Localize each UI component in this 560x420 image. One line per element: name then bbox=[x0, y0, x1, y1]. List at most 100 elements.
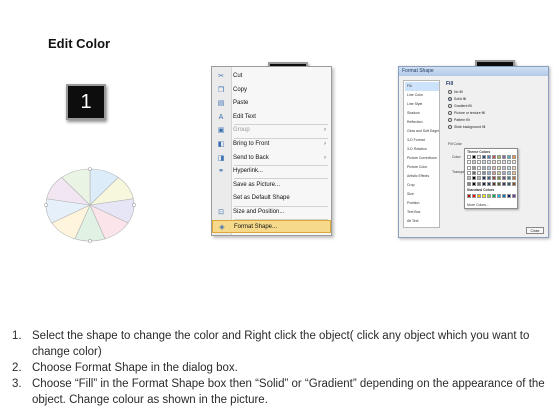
dialog-nav-item[interactable]: Glow and Soft Edges bbox=[405, 127, 439, 136]
theme-color-swatch[interactable] bbox=[502, 160, 506, 165]
menu-item-set-as-default-shape[interactable]: Set as Default Shape bbox=[212, 192, 331, 205]
dialog-nav-item[interactable]: Fill bbox=[405, 82, 439, 91]
radio-button[interactable] bbox=[448, 118, 452, 123]
more-colors-link[interactable]: More Colors... bbox=[467, 203, 489, 207]
theme-color-swatch[interactable] bbox=[502, 165, 506, 170]
menu-item-group[interactable]: ▣ Group › bbox=[212, 124, 331, 137]
theme-color-swatch[interactable] bbox=[472, 170, 476, 175]
standard-color-swatch[interactable] bbox=[512, 194, 516, 198]
theme-color-swatch[interactable] bbox=[487, 176, 491, 181]
menu-item-save-as-picture[interactable]: Save as Picture... bbox=[212, 179, 331, 192]
dialog-nav-item[interactable]: 3-D Rotation bbox=[405, 145, 439, 154]
dialog-nav-item[interactable]: Position bbox=[405, 199, 439, 208]
standard-color-swatch[interactable] bbox=[507, 194, 511, 198]
standard-color-swatch[interactable] bbox=[502, 194, 506, 198]
theme-color-swatch[interactable] bbox=[482, 181, 486, 186]
fill-option[interactable]: Slide background fill bbox=[448, 125, 485, 130]
fill-option[interactable]: Gradient fill bbox=[448, 104, 472, 109]
dialog-nav-item[interactable]: Alt Text bbox=[405, 217, 439, 226]
dialog-nav-item[interactable]: Artistic Effects bbox=[405, 172, 439, 181]
theme-color-swatch[interactable] bbox=[497, 176, 501, 181]
theme-color-swatch[interactable] bbox=[467, 160, 471, 165]
theme-color-swatch[interactable] bbox=[497, 160, 501, 165]
theme-color-swatch[interactable] bbox=[487, 165, 491, 170]
theme-color-swatch[interactable] bbox=[482, 176, 486, 181]
menu-item-send-to-back[interactable]: ◨ Send to Back › bbox=[212, 152, 331, 165]
standard-color-swatch[interactable] bbox=[497, 194, 501, 198]
standard-color-swatch[interactable] bbox=[477, 194, 481, 198]
theme-color-swatch[interactable] bbox=[472, 165, 476, 170]
theme-color-swatch[interactable] bbox=[477, 181, 481, 186]
theme-color-swatch[interactable] bbox=[472, 176, 476, 181]
theme-color-swatch[interactable] bbox=[502, 155, 506, 159]
theme-color-swatch[interactable] bbox=[482, 160, 486, 165]
dialog-nav-item[interactable]: 3-D Format bbox=[405, 136, 439, 145]
theme-color-swatch[interactable] bbox=[502, 176, 506, 181]
radio-button[interactable] bbox=[448, 125, 452, 130]
theme-color-swatch[interactable] bbox=[507, 176, 511, 181]
theme-color-swatch[interactable] bbox=[477, 160, 481, 165]
theme-color-swatch[interactable] bbox=[502, 181, 506, 186]
theme-color-swatch[interactable] bbox=[487, 170, 491, 175]
resize-handle[interactable] bbox=[88, 239, 92, 243]
menu-item-paste[interactable]: ▤ Paste bbox=[212, 97, 331, 110]
theme-color-swatch[interactable] bbox=[497, 155, 501, 159]
theme-color-swatch[interactable] bbox=[492, 165, 496, 170]
dialog-nav-item[interactable]: Crop bbox=[405, 181, 439, 190]
close-button[interactable]: Close bbox=[526, 227, 544, 234]
menu-item-size-and-position[interactable]: ⊡ Size and Position... bbox=[212, 206, 331, 219]
theme-color-swatch[interactable] bbox=[482, 170, 486, 175]
standard-color-swatch[interactable] bbox=[472, 194, 476, 198]
theme-color-swatch[interactable] bbox=[512, 170, 516, 175]
dialog-nav-item[interactable]: Picture Corrections bbox=[405, 154, 439, 163]
resize-handle[interactable] bbox=[132, 203, 136, 207]
fill-option[interactable]: Picture or texture fill bbox=[448, 111, 485, 116]
theme-color-swatch[interactable] bbox=[492, 160, 496, 165]
fill-option[interactable]: Solid fill bbox=[448, 97, 466, 102]
standard-color-swatch[interactable] bbox=[492, 194, 496, 198]
theme-color-swatch[interactable] bbox=[507, 181, 511, 186]
dialog-nav-item[interactable]: Reflection bbox=[405, 118, 439, 127]
theme-color-swatch[interactable] bbox=[492, 155, 496, 159]
theme-color-swatch[interactable] bbox=[467, 181, 471, 186]
radio-button[interactable] bbox=[448, 111, 452, 116]
fill-option[interactable]: No fill bbox=[448, 90, 463, 95]
theme-color-swatch[interactable] bbox=[512, 155, 516, 159]
radio-button[interactable] bbox=[448, 97, 452, 102]
theme-color-swatch[interactable] bbox=[497, 170, 501, 175]
resize-handle[interactable] bbox=[88, 167, 92, 171]
theme-color-swatch[interactable] bbox=[482, 165, 486, 170]
theme-color-swatch[interactable] bbox=[477, 165, 481, 170]
theme-color-swatch[interactable] bbox=[512, 165, 516, 170]
theme-color-swatch[interactable] bbox=[492, 181, 496, 186]
pie-shape[interactable] bbox=[40, 165, 140, 245]
theme-color-swatch[interactable] bbox=[507, 165, 511, 170]
menu-item-format-shape[interactable]: ◈ Format Shape... bbox=[212, 219, 331, 233]
theme-color-swatch[interactable] bbox=[477, 176, 481, 181]
theme-color-swatch[interactable] bbox=[502, 170, 506, 175]
standard-color-swatch[interactable] bbox=[467, 194, 471, 198]
dialog-nav-item[interactable]: Picture Color bbox=[405, 163, 439, 172]
radio-button[interactable] bbox=[448, 90, 452, 95]
standard-color-swatch[interactable] bbox=[487, 194, 491, 198]
theme-color-swatch[interactable] bbox=[492, 176, 496, 181]
theme-color-swatch[interactable] bbox=[467, 165, 471, 170]
fill-option[interactable]: Pattern fill bbox=[448, 118, 470, 123]
theme-color-swatch[interactable] bbox=[507, 170, 511, 175]
radio-button[interactable] bbox=[448, 104, 452, 109]
theme-color-swatch[interactable] bbox=[482, 155, 486, 159]
theme-color-swatch[interactable] bbox=[512, 176, 516, 181]
theme-color-swatch[interactable] bbox=[467, 155, 471, 159]
menu-item-hyperlink[interactable]: ⚭ Hyperlink... bbox=[212, 165, 331, 178]
dialog-nav-item[interactable]: Line Color bbox=[405, 91, 439, 100]
theme-color-swatch[interactable] bbox=[492, 170, 496, 175]
theme-color-swatch[interactable] bbox=[497, 181, 501, 186]
dialog-nav-item[interactable]: Text Box bbox=[405, 208, 439, 217]
theme-color-swatch[interactable] bbox=[497, 165, 501, 170]
theme-color-swatch[interactable] bbox=[472, 155, 476, 159]
menu-item-edit-text[interactable]: A Edit Text bbox=[212, 111, 331, 124]
dialog-nav-item[interactable]: Size bbox=[405, 190, 439, 199]
theme-color-swatch[interactable] bbox=[507, 155, 511, 159]
theme-color-swatch[interactable] bbox=[472, 160, 476, 165]
standard-color-swatch[interactable] bbox=[482, 194, 486, 198]
